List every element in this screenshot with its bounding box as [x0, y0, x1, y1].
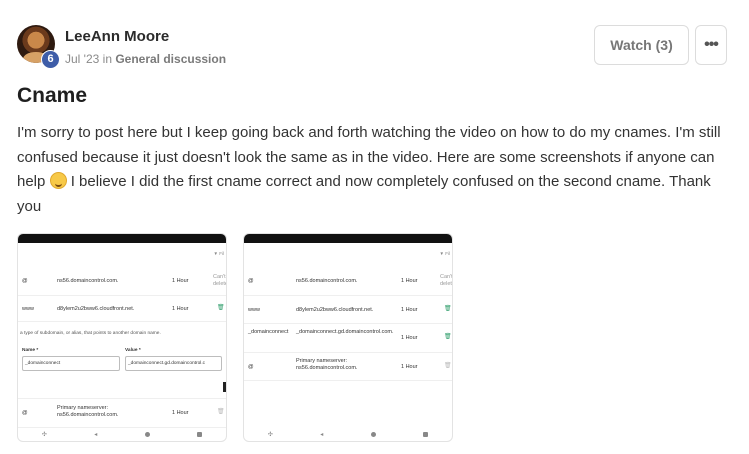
row-type: www — [248, 307, 260, 313]
side-tab — [223, 382, 226, 392]
row-value: ns56.domaincontrol.com. — [57, 278, 119, 284]
row-ttl: 1 Hour — [172, 410, 189, 416]
post-body: I'm sorry to post here but I keep going … — [17, 121, 737, 219]
dns-row: www d8ylem2u2bww6.cloudfront.net. 1 Hour… — [18, 296, 226, 322]
row-value: Primary nameserver: ns56.domaincontrol.c… — [57, 405, 119, 418]
value-input[interactable]: _domainconnect.gd.domaincontrol.c — [125, 356, 222, 371]
back-icon[interactable]: ◂ — [320, 431, 323, 438]
rank-badge: 6 — [41, 50, 60, 69]
back-icon[interactable]: ◂ — [94, 431, 97, 438]
row-ttl: 1 Hour — [401, 364, 418, 370]
name-input[interactable]: _domainconnect — [22, 356, 120, 371]
filter-label: ▼ Fil — [213, 251, 224, 256]
trash-icon[interactable]: 🗑 — [444, 305, 452, 312]
dns-row: @ ns56.domaincontrol.com. 1 Hour Can't d… — [244, 264, 452, 296]
attachment-screenshot-2[interactable]: ▼ Fil @ ns56.domaincontrol.com. 1 Hour C… — [243, 233, 453, 442]
row-type: @ — [248, 364, 254, 370]
author-avatar[interactable]: 6 — [17, 25, 60, 69]
phone-nav-bar: ✣ ◂ — [244, 428, 452, 441]
home-icon[interactable] — [370, 432, 376, 437]
attachment-screenshot-1[interactable]: ▼ Fil @ ns56.domaincontrol.com. 1 Hour C… — [17, 233, 227, 442]
post-date: Jul '23 — [65, 52, 100, 66]
dns-row: @ ns56.domaincontrol.com. 1 Hour Can't d… — [18, 264, 226, 296]
phone-status-bar — [18, 234, 226, 243]
trash-icon[interactable]: 🗑 — [444, 362, 452, 369]
row-ttl: 1 Hour — [172, 278, 189, 284]
home-icon[interactable] — [144, 432, 150, 437]
post-header: 6 LeeAnn Moore Jul '23 in General discus… — [17, 25, 732, 69]
row-type: @ — [22, 278, 28, 284]
phone-status-bar — [244, 234, 452, 243]
hugging-face-emoji-icon — [49, 172, 67, 189]
dns-row: _domainconnect _domainconnect.gd.domainc… — [244, 324, 452, 353]
phone-nav-bar: ✣ ◂ — [18, 428, 226, 441]
trash-icon[interactable]: 🗑 — [444, 333, 452, 340]
dns-row: www d8ylem2u2bww6.cloudfront.net. 1 Hour… — [244, 296, 452, 324]
author-name[interactable]: LeeAnn Moore — [65, 28, 169, 45]
meta-in: in — [99, 52, 116, 66]
overview-icon[interactable] — [197, 432, 203, 437]
recent-apps-icon[interactable]: ✣ — [42, 431, 47, 438]
category-link[interactable]: General discussion — [115, 52, 226, 66]
watch-button[interactable]: Watch (3) — [594, 25, 689, 65]
more-options-button[interactable]: ••• — [695, 25, 727, 65]
trash-icon[interactable]: 🗑 — [217, 304, 225, 311]
edit-hint-text: a type of subdomain, or alias, that poin… — [20, 331, 161, 336]
row-ttl: 1 Hour — [401, 278, 418, 284]
filter-label: ▼ Fil — [439, 251, 450, 256]
row-ttl: 1 Hour — [401, 307, 418, 313]
dns-row: @ Primary nameserver: ns56.domaincontrol… — [244, 353, 452, 381]
row-type: www — [22, 306, 34, 312]
post-meta: Jul '23 in General discussion — [65, 52, 226, 66]
row-value: _domainconnect.gd.domaincontrol.com. — [296, 329, 394, 335]
row-type: @ — [22, 410, 28, 416]
name-field-label: Name * — [22, 348, 39, 353]
row-type: @ — [248, 278, 254, 284]
row-ttl: 1 Hour — [401, 335, 418, 341]
recent-apps-icon[interactable]: ✣ — [268, 431, 273, 438]
row-note: Can't delete — [213, 274, 227, 287]
row-note: Can't delet — [440, 274, 453, 287]
dns-row: @ Primary nameserver: ns56.domaincontrol… — [18, 398, 226, 428]
overview-icon[interactable] — [423, 432, 429, 437]
ellipsis-icon: ••• — [704, 36, 719, 53]
row-ttl: 1 Hour — [172, 306, 189, 312]
trash-icon[interactable]: 🗑 — [217, 408, 225, 415]
value-field-label: Value * — [125, 348, 141, 353]
row-value: d8ylem2u2bww6.cloudfront.net. — [57, 306, 135, 312]
row-type: _domainconnect — [248, 329, 289, 335]
body-text-part2: I believe I did the first cname correct … — [17, 173, 711, 215]
post-title: Cname — [17, 84, 88, 107]
row-value: d8ylem2u2bww6.cloudfront.net. — [296, 307, 374, 313]
row-value: ns56.domaincontrol.com. — [296, 278, 358, 284]
row-value: Primary nameserver: ns56.domaincontrol.c… — [296, 358, 358, 371]
